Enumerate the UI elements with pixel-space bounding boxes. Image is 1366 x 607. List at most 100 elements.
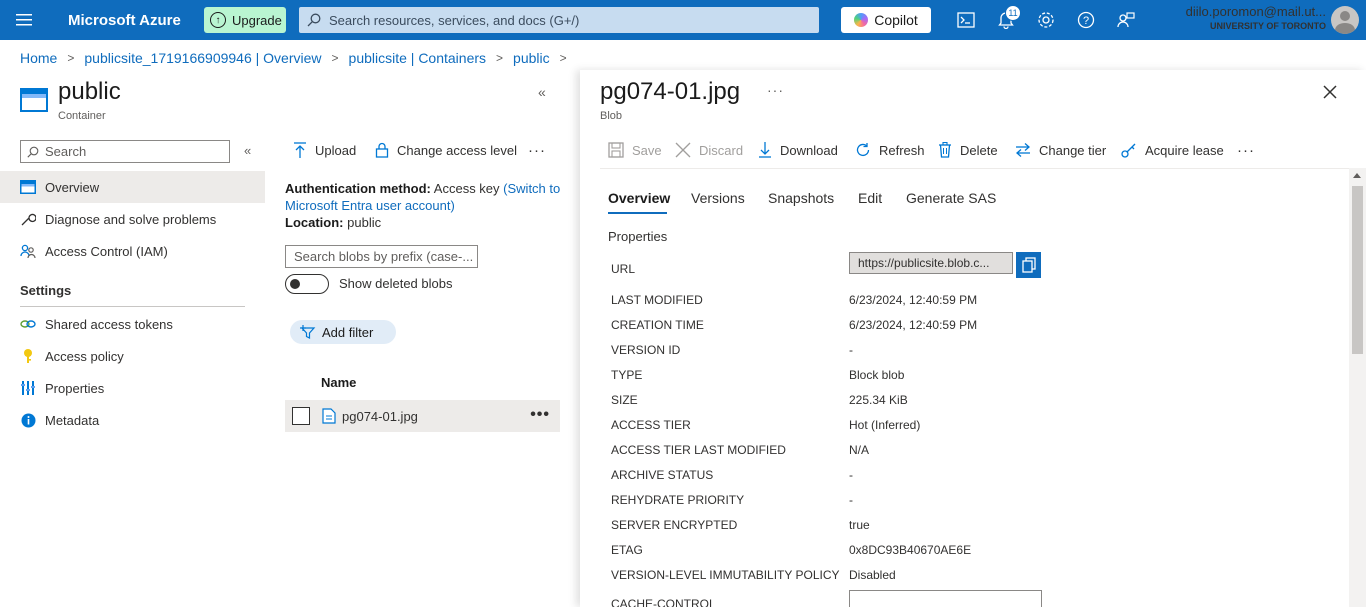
property-value: - (849, 468, 853, 482)
settings-icon[interactable] (1034, 8, 1058, 32)
lease-icon (1121, 142, 1137, 158)
scrollbar[interactable] (1349, 168, 1366, 607)
upload-icon (293, 142, 307, 158)
property-value: Hot (Inferred) (849, 418, 921, 432)
nav-item-access-policy[interactable]: Access policy (0, 340, 265, 372)
acquire-lease-label: Acquire lease (1145, 142, 1224, 158)
user-email: diilo.poromon@mail.ut... (1185, 4, 1326, 19)
scroll-up-arrow-icon[interactable] (1353, 173, 1361, 178)
file-icon (322, 408, 336, 424)
change-access-level-button[interactable]: Change access level (375, 142, 517, 158)
tab-snapshots[interactable]: Snapshots (768, 190, 834, 206)
nav-item-properties[interactable]: Properties (0, 372, 265, 404)
breadcrumb: Home > publicsite_1719166909946 | Overvi… (20, 50, 577, 66)
collapse-menu-icon[interactable]: « (244, 143, 251, 158)
row-more-button[interactable]: ••• (530, 406, 550, 424)
property-key: TYPE (611, 368, 643, 382)
refresh-button[interactable]: Refresh (855, 142, 925, 158)
breadcrumb-container[interactable]: public (513, 50, 550, 66)
auth-method-label: Authentication method: (285, 181, 431, 196)
tab-versions[interactable]: Versions (691, 190, 745, 206)
add-filter-label: Add filter (322, 324, 374, 340)
chevron-right-icon: > (559, 51, 567, 65)
location-value: public (347, 215, 382, 230)
acquire-lease-button[interactable]: Acquire lease (1121, 142, 1224, 158)
page-subtitle: Container (58, 110, 106, 122)
upload-button[interactable]: Upload (293, 142, 356, 158)
property-value: 6/23/2024, 12:40:59 PM (849, 318, 978, 332)
user-account[interactable]: diilo.poromon@mail.ut... UNIVERSITY OF T… (1186, 5, 1326, 33)
property-key: VERSION ID (611, 343, 681, 357)
collapse-blade-icon[interactable]: « (538, 84, 546, 100)
brand-title[interactable]: Microsoft Azure (68, 12, 204, 29)
property-value: Block blob (849, 368, 905, 382)
close-icon[interactable] (1320, 82, 1340, 102)
copilot-label: Copilot (874, 12, 918, 28)
nav-item-iam[interactable]: Access Control (IAM) (0, 235, 265, 267)
feedback-icon[interactable] (1114, 8, 1138, 32)
save-button[interactable]: Save (608, 142, 662, 158)
show-deleted-toggle[interactable] (285, 274, 329, 294)
discard-button[interactable]: Discard (675, 142, 743, 158)
save-label: Save (632, 142, 662, 158)
name-column-header[interactable]: Name (321, 375, 356, 390)
menu-search-input[interactable]: Search (20, 140, 230, 163)
menu-search-placeholder: Search (45, 144, 87, 159)
table-row[interactable]: pg074-01.jpg ••• (285, 400, 560, 432)
search-icon (27, 146, 39, 158)
tab-edit[interactable]: Edit (858, 190, 882, 206)
toolbar-more-button[interactable]: ··· (1237, 142, 1255, 159)
copilot-icon (854, 13, 869, 27)
nav-item-label: Shared access tokens (45, 316, 173, 332)
nav-item-diagnose[interactable]: Diagnose and solve problems (0, 203, 265, 235)
copy-url-button[interactable] (1016, 252, 1041, 278)
refresh-label: Refresh (879, 142, 925, 158)
url-field[interactable]: https://publicsite.blob.c... (849, 252, 1013, 274)
blob-search-input[interactable]: Search blobs by prefix (case-... (285, 245, 478, 268)
property-value: - (849, 493, 853, 507)
add-filter-button[interactable]: Add filter (290, 320, 396, 344)
breadcrumb-storage-account[interactable]: publicsite_1719166909946 | Overview (84, 50, 321, 66)
breadcrumb-containers[interactable]: publicsite | Containers (349, 50, 486, 66)
avatar[interactable] (1331, 6, 1359, 34)
download-button[interactable]: Download (758, 142, 838, 158)
global-search-input[interactable]: Search resources, services, and docs (G+… (299, 7, 819, 33)
breadcrumb-home[interactable]: Home (20, 50, 57, 66)
nav-divider (20, 306, 245, 307)
property-key: ARCHIVE STATUS (611, 468, 714, 482)
menu-icon[interactable] (0, 0, 48, 40)
property-key: ACCESS TIER LAST MODIFIED (611, 443, 786, 457)
cache-control-input[interactable] (849, 590, 1042, 607)
row-checkbox[interactable] (292, 407, 310, 425)
change-tier-button[interactable]: Change tier (1015, 142, 1106, 158)
property-key: SERVER ENCRYPTED (611, 518, 738, 532)
scrollbar-thumb[interactable] (1352, 186, 1363, 354)
nav-item-metadata[interactable]: Metadata (0, 404, 265, 436)
tab-generate-sas[interactable]: Generate SAS (906, 190, 996, 206)
delete-icon (938, 142, 952, 158)
delete-button[interactable]: Delete (938, 142, 998, 158)
property-value: Disabled (849, 568, 896, 582)
download-icon (758, 142, 772, 158)
nav-item-label: Access Control (IAM) (45, 243, 168, 259)
upgrade-button[interactable]: ↑ Upgrade (204, 7, 286, 33)
copilot-button[interactable]: Copilot (841, 7, 931, 33)
tab-overview[interactable]: Overview (608, 190, 670, 206)
key-icon (20, 348, 36, 364)
nav-item-overview[interactable]: Overview (0, 171, 265, 203)
lock-icon (375, 142, 389, 158)
help-icon[interactable]: ? (1074, 8, 1098, 32)
blob-name-link[interactable]: pg074-01.jpg (342, 409, 418, 424)
cloud-shell-icon[interactable] (954, 8, 978, 32)
people-icon (20, 243, 36, 259)
blob-title-more-button[interactable]: ··· (767, 82, 784, 98)
upload-label: Upload (315, 142, 357, 158)
property-value: 6/23/2024, 12:40:59 PM (849, 293, 978, 307)
property-key: ACCESS TIER (611, 418, 691, 432)
global-search-placeholder: Search resources, services, and docs (G+… (329, 12, 580, 28)
refresh-icon (855, 142, 871, 158)
nav-item-label: Diagnose and solve problems (45, 211, 217, 227)
content-more-button[interactable]: ··· (528, 142, 546, 159)
nav-item-shared-access-tokens[interactable]: Shared access tokens (0, 308, 265, 340)
location-label: Location: (285, 215, 344, 230)
